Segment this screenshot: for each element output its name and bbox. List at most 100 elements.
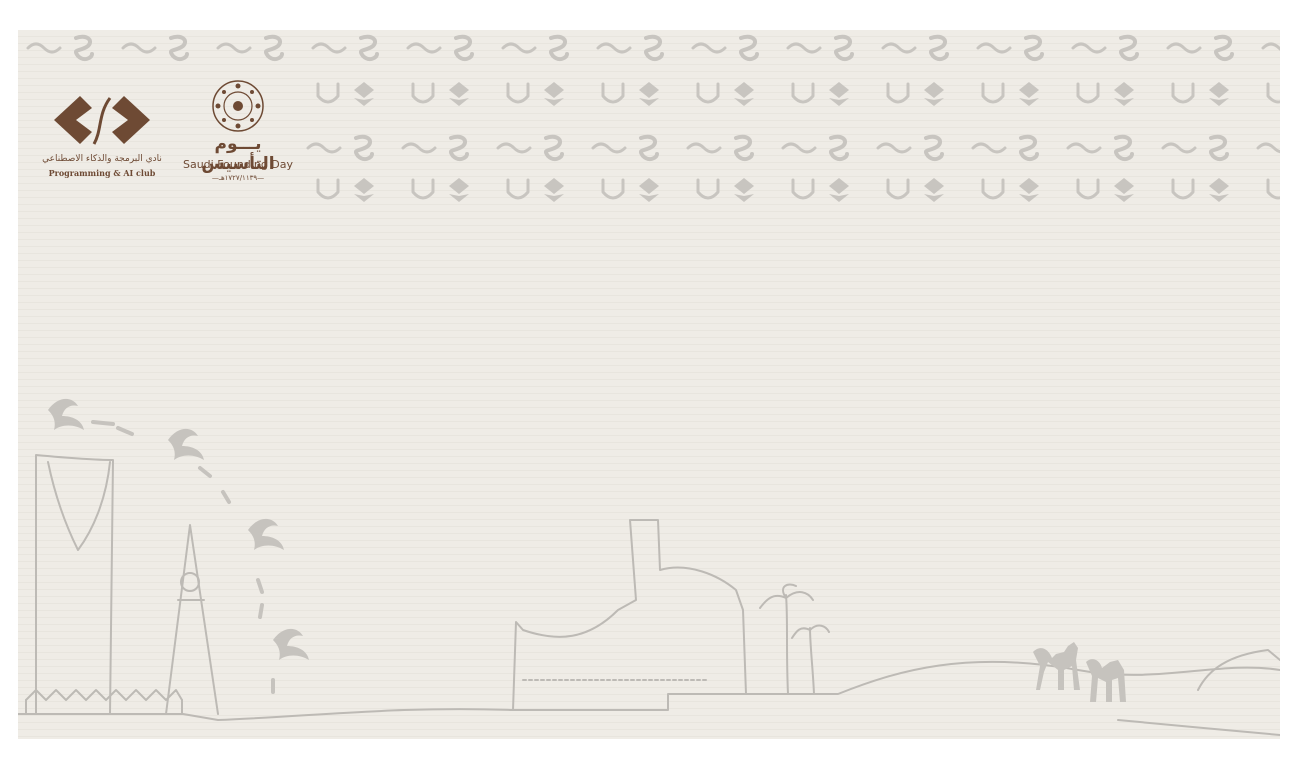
founding-day-logo: يـــوم التأسيس Saudi Founding Day —١٧٢٧/… (178, 78, 298, 188)
wave-ornament-icon (971, 142, 1007, 154)
diamond-ornament-icon (1209, 178, 1229, 202)
shield-ornament-icon (316, 82, 340, 104)
diamond-ornament-icon (734, 82, 754, 106)
founding-day-emblem-icon (212, 80, 264, 132)
shield-ornament-icon (886, 82, 910, 104)
bird-silhouettes (48, 398, 309, 694)
diamond-ornament-icon (924, 178, 944, 202)
wave-ornament-icon (1161, 142, 1197, 154)
founding-day-english-title: Saudi Founding Day (182, 158, 294, 171)
wave-ornament-icon (1066, 142, 1102, 154)
wave-ornament-icon (1256, 142, 1280, 154)
shield-ornament-icon (411, 82, 435, 104)
shield-ornament-icon (696, 82, 720, 104)
swirl-ornament-icon (548, 34, 569, 62)
swirl-ornament-icon (1113, 134, 1134, 162)
swirl-ornament-icon (1208, 134, 1229, 162)
wave-ornament-icon (306, 142, 342, 154)
shield-ornament-icon (1076, 82, 1100, 104)
swirl-ornament-icon (73, 34, 94, 62)
slide-canvas: نادي البرمجة والذكاء الاصطناعي Programmi… (18, 30, 1280, 739)
diamond-ornament-icon (544, 178, 564, 202)
diamond-ornament-icon (639, 178, 659, 202)
wave-ornament-icon (976, 42, 1012, 54)
diamond-ornament-icon (354, 82, 374, 106)
diamond-ornament-icon (1209, 82, 1229, 106)
diamond-ornament-icon (829, 82, 849, 106)
swirl-ornament-icon (263, 34, 284, 62)
wave-ornament-icon (591, 142, 627, 154)
camel-silhouettes (1033, 642, 1126, 702)
wave-ornament-icon (121, 42, 157, 54)
shield-ornament-icon (1266, 178, 1280, 200)
diamond-ornament-icon (734, 178, 754, 202)
wave-ornament-icon (311, 42, 347, 54)
diamond-ornament-icon (1114, 178, 1134, 202)
shield-ornament-icon (696, 178, 720, 200)
diamond-ornament-icon (449, 82, 469, 106)
swirl-ornament-icon (543, 134, 564, 162)
diamond-ornament-icon (449, 178, 469, 202)
diamond-ornament-icon (1019, 82, 1039, 106)
swirl-ornament-icon (928, 34, 949, 62)
swirl-ornament-icon (638, 134, 659, 162)
diamond-ornament-icon (829, 178, 849, 202)
wave-ornament-icon (781, 142, 817, 154)
swirl-ornament-icon (358, 34, 379, 62)
diamond-ornament-icon (1114, 82, 1134, 106)
swirl-ornament-icon (168, 34, 189, 62)
shield-ornament-icon (506, 178, 530, 200)
diamond-ornament-icon (1019, 178, 1039, 202)
shield-ornament-icon (981, 82, 1005, 104)
swirl-ornament-icon (923, 134, 944, 162)
swirl-ornament-icon (1118, 34, 1139, 62)
swirl-ornament-icon (1018, 134, 1039, 162)
shield-ornament-icon (791, 82, 815, 104)
shield-ornament-icon (506, 82, 530, 104)
wave-ornament-icon (686, 142, 722, 154)
shield-ornament-icon (411, 178, 435, 200)
wave-ornament-icon (501, 42, 537, 54)
wave-ornament-icon (1166, 42, 1202, 54)
wave-ornament-icon (496, 142, 532, 154)
swirl-ornament-icon (738, 34, 759, 62)
swirl-ornament-icon (448, 134, 469, 162)
shield-ornament-icon (601, 82, 625, 104)
wave-ornament-icon (881, 42, 917, 54)
swirl-ornament-icon (1023, 34, 1044, 62)
code-brackets-icon (54, 96, 150, 145)
diamond-ornament-icon (639, 82, 659, 106)
shield-ornament-icon (1266, 82, 1280, 104)
shield-ornament-icon (981, 178, 1005, 200)
wave-ornament-icon (786, 42, 822, 54)
club-arabic-name: نادي البرمجة والذكاء الاصطناعي (42, 154, 162, 164)
club-english-name: Programming & AI club (48, 168, 156, 178)
flight-trail (91, 420, 275, 694)
bird-icon (48, 398, 84, 430)
swirl-ornament-icon (453, 34, 474, 62)
swirl-ornament-icon (733, 134, 754, 162)
shield-ornament-icon (791, 178, 815, 200)
shield-ornament-icon (1171, 82, 1195, 104)
bird-icon (248, 518, 284, 550)
shield-ornament-icon (316, 178, 340, 200)
wave-ornament-icon (596, 42, 632, 54)
shield-ornament-icon (601, 178, 625, 200)
wave-ornament-icon (26, 42, 62, 54)
diamond-ornament-icon (544, 82, 564, 106)
swirl-ornament-icon (1213, 34, 1234, 62)
bird-icon (273, 628, 309, 660)
wave-ornament-icon (406, 42, 442, 54)
shield-ornament-icon (1076, 178, 1100, 200)
diamond-ornament-icon (354, 178, 374, 202)
shield-ornament-icon (886, 178, 910, 200)
swirl-ornament-icon (833, 34, 854, 62)
diamond-ornament-icon (924, 82, 944, 106)
swirl-ornament-icon (828, 134, 849, 162)
founding-day-years: —١٧٢٧/١١٣٩هـ— (211, 174, 265, 182)
swirl-ornament-icon (643, 34, 664, 62)
wave-ornament-icon (691, 42, 727, 54)
wave-ornament-icon (1071, 42, 1107, 54)
wave-ornament-icon (401, 142, 437, 154)
wave-ornament-icon (876, 142, 912, 154)
